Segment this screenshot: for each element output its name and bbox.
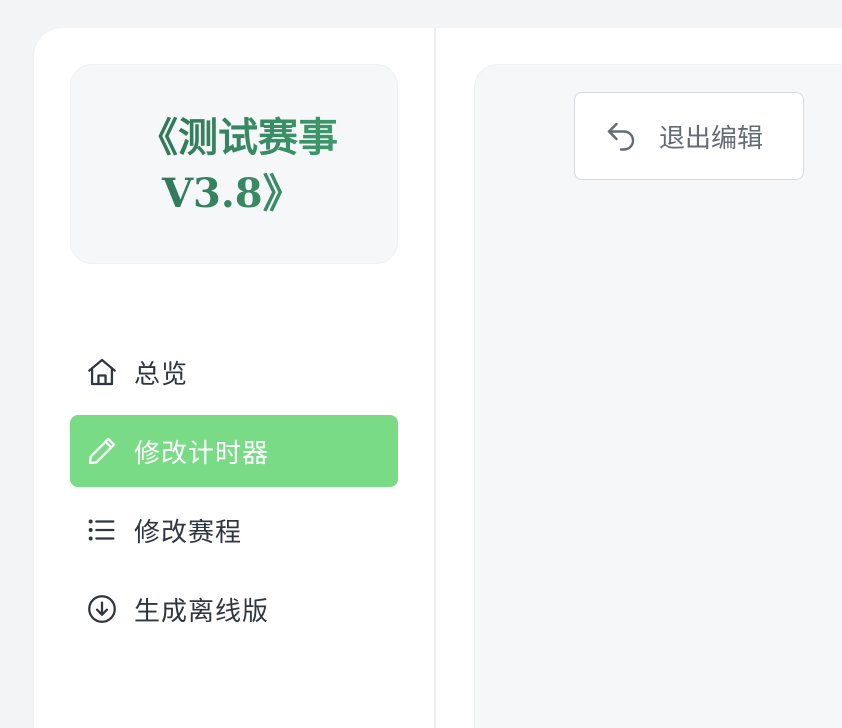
main-panel: 退出编辑 — [474, 64, 842, 728]
pencil-icon — [85, 434, 119, 468]
sidebar-item-overview[interactable]: 总览 — [70, 336, 398, 408]
list-icon — [85, 513, 119, 547]
sidebar-item-label: 修改计时器 — [134, 438, 270, 469]
download-circle-icon — [85, 592, 119, 626]
undo-arrow-icon — [603, 118, 639, 154]
sidebar-item-generate-offline[interactable]: 生成离线版 — [70, 573, 398, 645]
event-title-line1: 《测试赛事 — [138, 114, 338, 161]
exit-edit-button[interactable]: 退出编辑 — [574, 92, 804, 180]
sidebar-item-edit-schedule[interactable]: 修改赛程 — [70, 494, 398, 566]
event-title-line2: V3.8》 — [162, 170, 303, 217]
app-window: 《测试赛事 V3.8》 总览 修改计时器 修改赛程 生成离线版 退出编辑 — [34, 28, 842, 728]
event-title: 《测试赛事 V3.8》 — [106, 110, 366, 222]
sidebar-nav: 总览 修改计时器 修改赛程 生成离线版 — [70, 336, 398, 652]
sidebar-item-label: 生成离线版 — [134, 596, 270, 627]
sidebar-item-label: 修改赛程 — [134, 517, 243, 548]
home-icon — [85, 355, 119, 389]
exit-edit-label: 退出编辑 — [659, 123, 764, 154]
sidebar-item-label: 总览 — [134, 359, 189, 390]
sidebar: 《测试赛事 V3.8》 总览 修改计时器 修改赛程 生成离线版 — [34, 28, 436, 728]
sidebar-item-edit-timer[interactable]: 修改计时器 — [70, 415, 398, 487]
